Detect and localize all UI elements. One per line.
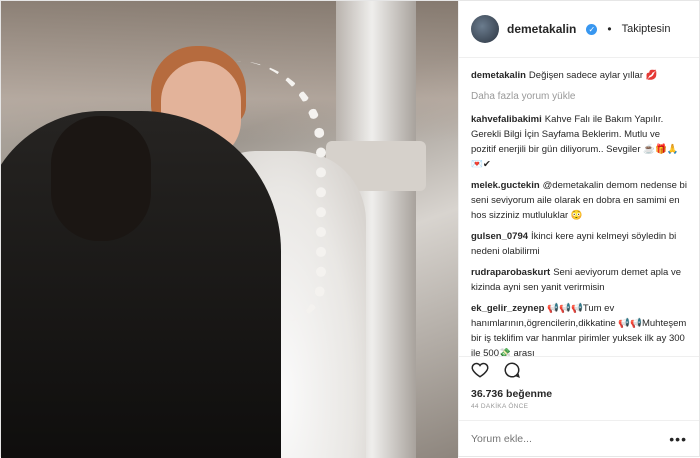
comment-user[interactable]: melek.guctekin <box>471 180 540 191</box>
like-heart-icon[interactable] <box>471 361 489 384</box>
caption: demetakalin Değişen sadece aylar yıllar 💋 <box>471 68 687 83</box>
comment-item: ek_gelir_zeynep 📢📢📢Tum ev hanımlarının,ög… <box>471 301 687 356</box>
comment-item: melek.guctekin @demetakalin demom nedense… <box>471 178 687 223</box>
separator-dot: • <box>607 22 612 36</box>
action-bar <box>459 356 699 388</box>
comment-item: kahvefalibakimi Kahve Falı ile Bakım Yapı… <box>471 112 687 172</box>
comment-item: gulsen_0794 İkinci kere ayni kelmeyi söyl… <box>471 229 687 259</box>
comment-user[interactable]: kahvefalibakimi <box>471 114 542 125</box>
instagram-post: demetakalin ✓ • Takiptesin demetakalin De… <box>0 0 700 458</box>
follow-status[interactable]: Takiptesin <box>622 23 671 35</box>
photo-groom <box>1 111 281 458</box>
comment-bubble-icon[interactable] <box>503 361 521 384</box>
post-sidebar: demetakalin ✓ • Takiptesin demetakalin De… <box>458 1 699 456</box>
comment-text: Değişen sadece aylar yıllar <box>528 70 643 81</box>
comment-user[interactable]: ek_gelir_zeynep <box>471 303 544 314</box>
comment-item: rudraparobaskurt Seni aeviyorum demet apl… <box>471 265 687 295</box>
lips-emoji-icon: 💋 <box>645 70 658 81</box>
comment-user[interactable]: gulsen_0794 <box>471 231 528 242</box>
more-options-icon[interactable]: ••• <box>669 431 687 447</box>
likes-count[interactable]: 36.736 beğenme <box>459 388 699 400</box>
add-comment-bar: ••• <box>459 420 699 456</box>
post-photo[interactable] <box>1 1 458 458</box>
post-timestamp[interactable]: 44 DAKİKA ÖNCE <box>459 400 699 420</box>
post-header: demetakalin ✓ • Takiptesin <box>459 1 699 58</box>
comments-list: demetakalin Değişen sadece aylar yıllar 💋… <box>459 58 699 356</box>
username-link[interactable]: demetakalin <box>507 22 576 36</box>
comment-user[interactable]: rudraparobaskurt <box>471 267 550 278</box>
avatar[interactable] <box>471 15 499 43</box>
add-comment-input[interactable] <box>471 432 661 445</box>
load-more-comments[interactable]: Daha fazla yorum yükle <box>471 89 687 104</box>
photo-groom-head <box>51 116 151 241</box>
comment-user[interactable]: demetakalin <box>471 70 526 81</box>
verified-badge-icon: ✓ <box>586 23 598 35</box>
